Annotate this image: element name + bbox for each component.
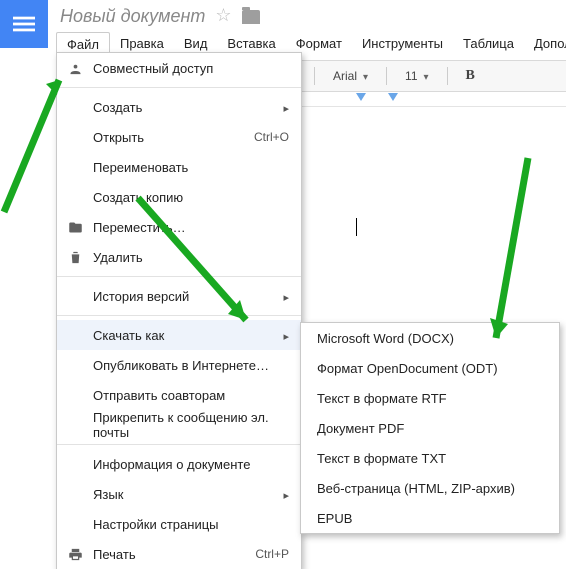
download-html[interactable]: Веб-страница (HTML, ZIP-архив) [301, 473, 559, 503]
shortcut-label: Ctrl+O [254, 130, 289, 144]
folder-move-icon [67, 219, 83, 235]
main-menu-button[interactable] [0, 0, 48, 48]
menu-item-label: Опубликовать в Интернете… [93, 358, 269, 373]
document-title[interactable]: Новый документ [60, 6, 205, 27]
print-icon [67, 546, 83, 562]
menu-addons[interactable]: Дополнения [524, 32, 566, 57]
menu-item-label: Печать [93, 547, 136, 562]
menu-item-label: Microsoft Word (DOCX) [317, 331, 454, 346]
menu-separator [57, 276, 301, 277]
menu-item-label: Документ PDF [317, 421, 404, 436]
menu-item-label: Формат OpenDocument (ODT) [317, 361, 498, 376]
menu-item-open[interactable]: Открыть Ctrl+O [57, 122, 301, 152]
menu-item-page-setup[interactable]: Настройки страницы [57, 509, 301, 539]
menu-item-version-history[interactable]: История версий [57, 281, 301, 311]
menu-item-label: Текст в формате RTF [317, 391, 447, 406]
download-epub[interactable]: EPUB [301, 503, 559, 533]
download-txt[interactable]: Текст в формате TXT [301, 443, 559, 473]
submenu-arrow-icon [283, 100, 289, 115]
font-size-selector[interactable]: 11 [405, 69, 429, 83]
menu-item-make-copy[interactable]: Создать копию [57, 182, 301, 212]
folder-icon[interactable] [242, 10, 260, 24]
menu-item-label: Прикрепить к сообщению эл. почты [93, 410, 289, 440]
submenu-arrow-icon [283, 328, 289, 343]
file-menu-dropdown: Совместный доступ Создать Открыть Ctrl+O… [56, 52, 302, 569]
hamburger-icon [13, 13, 35, 35]
menu-item-delete[interactable]: Удалить [57, 242, 301, 272]
menu-item-label: Текст в формате TXT [317, 451, 446, 466]
menu-item-share[interactable]: Совместный доступ [57, 53, 301, 83]
shortcut-label: Ctrl+P [255, 547, 289, 561]
menu-item-print[interactable]: Печать Ctrl+P [57, 539, 301, 569]
toolbar-separator [447, 67, 448, 85]
download-odt[interactable]: Формат OpenDocument (ODT) [301, 353, 559, 383]
menu-separator [57, 444, 301, 445]
menu-tools[interactable]: Инструменты [352, 32, 453, 57]
menu-table[interactable]: Таблица [453, 32, 524, 57]
app-root: Новый документ ☆ Файл Правка Вид Вставка… [0, 0, 566, 569]
menu-item-label: История версий [93, 289, 189, 304]
menu-separator [57, 315, 301, 316]
menu-item-language[interactable]: Язык [57, 479, 301, 509]
menu-item-download-as[interactable]: Скачать как [57, 320, 301, 350]
menu-item-label: Совместный доступ [93, 61, 213, 76]
font-selector[interactable]: Arial [333, 69, 368, 83]
download-submenu: Microsoft Word (DOCX) Формат OpenDocumen… [300, 322, 560, 534]
menu-item-label: Открыть [93, 130, 144, 145]
ruler[interactable] [300, 90, 566, 107]
menu-item-label: Информация о документе [93, 457, 250, 472]
menu-item-email-attachment[interactable]: Прикрепить к сообщению эл. почты [57, 410, 301, 440]
ruler-indent-marker[interactable] [388, 93, 398, 101]
title-row: Новый документ ☆ [60, 6, 260, 27]
menu-item-publish[interactable]: Опубликовать в Интернете… [57, 350, 301, 380]
menu-item-label: Переименовать [93, 160, 188, 175]
toolbar-separator [386, 67, 387, 85]
trash-icon [67, 249, 83, 265]
download-rtf[interactable]: Текст в формате RTF [301, 383, 559, 413]
download-docx[interactable]: Microsoft Word (DOCX) [301, 323, 559, 353]
submenu-arrow-icon [283, 487, 289, 502]
menu-item-email-collaborators[interactable]: Отправить соавторам [57, 380, 301, 410]
menu-item-label: Отправить соавторам [93, 388, 225, 403]
menu-item-label: Язык [93, 487, 123, 502]
menu-item-label: Создать копию [93, 190, 183, 205]
toolbar-separator [314, 67, 315, 85]
menu-item-rename[interactable]: Переименовать [57, 152, 301, 182]
menu-item-label: Настройки страницы [93, 517, 219, 532]
star-icon[interactable]: ☆ [215, 5, 231, 26]
submenu-arrow-icon [283, 289, 289, 304]
share-icon [67, 60, 83, 76]
menu-item-new[interactable]: Создать [57, 92, 301, 122]
menu-separator [57, 87, 301, 88]
menu-item-label: Скачать как [93, 328, 164, 343]
menu-item-label: Переместить… [93, 220, 186, 235]
text-cursor [356, 218, 357, 236]
menu-item-label: Веб-страница (HTML, ZIP-архив) [317, 481, 515, 496]
ruler-indent-marker[interactable] [356, 93, 366, 101]
menu-item-label: Удалить [93, 250, 143, 265]
menu-item-document-info[interactable]: Информация о документе [57, 449, 301, 479]
menu-item-label: EPUB [317, 511, 352, 526]
bold-button[interactable]: B [466, 68, 475, 84]
download-pdf[interactable]: Документ PDF [301, 413, 559, 443]
menu-item-move[interactable]: Переместить… [57, 212, 301, 242]
menu-item-label: Создать [93, 100, 142, 115]
toolbar: Arial 11 B [300, 60, 566, 92]
